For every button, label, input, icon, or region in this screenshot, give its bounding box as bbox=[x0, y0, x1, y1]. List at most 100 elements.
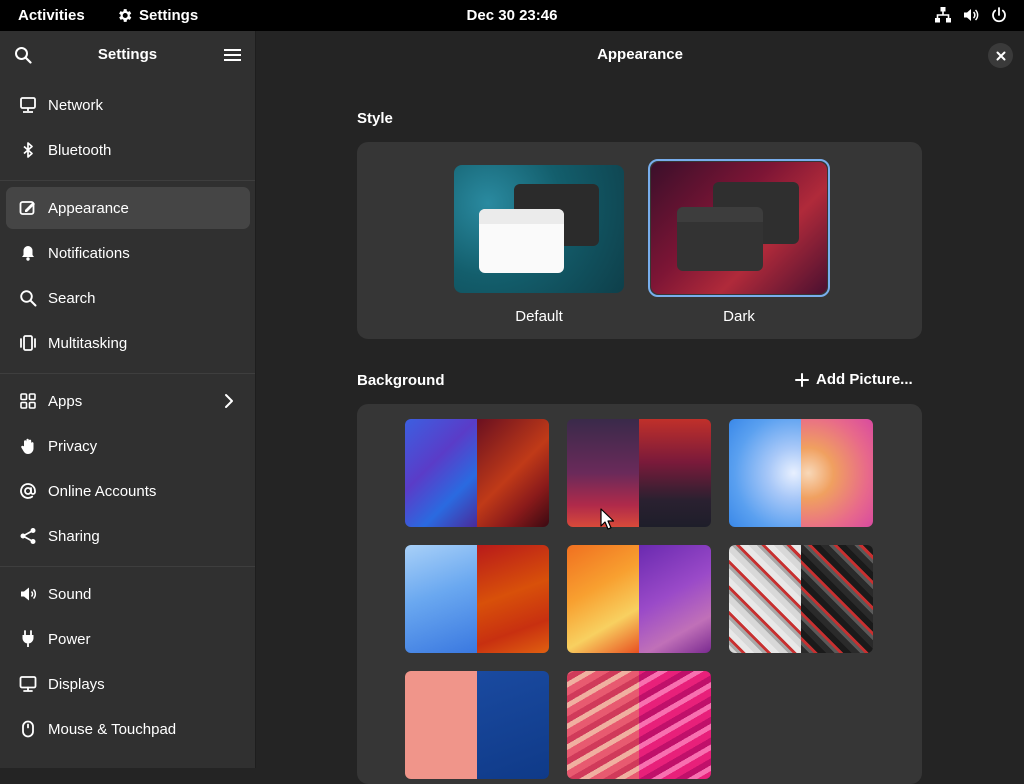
sidebar-item-label: Notifications bbox=[48, 244, 130, 262]
wallpaper-dark-half bbox=[639, 545, 711, 653]
wallpaper-light-half bbox=[567, 671, 639, 779]
add-picture-button[interactable]: Add Picture... bbox=[795, 371, 913, 388]
top-bar: Activities Settings Dec 30 23:46 bbox=[0, 0, 1024, 31]
style-option-dark-label: Dark bbox=[723, 308, 755, 325]
sidebar-item-label: Mouse & Touchpad bbox=[48, 720, 177, 738]
sidebar-item-mouse-touchpad[interactable]: Mouse & Touchpad bbox=[6, 708, 250, 750]
page-title: Appearance bbox=[597, 46, 683, 63]
wallpaper-light-half bbox=[405, 419, 477, 527]
gear-icon bbox=[119, 9, 132, 22]
wallpaper-dark-half bbox=[477, 671, 549, 779]
sidebar-item-online-accounts[interactable]: Online Accounts bbox=[6, 470, 250, 512]
search-icon bbox=[20, 290, 37, 307]
bluetooth-icon bbox=[23, 142, 33, 158]
monitor-icon bbox=[19, 676, 37, 692]
wallpaper-light-half bbox=[729, 419, 801, 527]
sidebar-item-search[interactable]: Search bbox=[6, 277, 250, 319]
sidebar-item-label: Search bbox=[48, 289, 96, 307]
sidebar-item-displays[interactable]: Displays bbox=[6, 663, 250, 705]
power-plug-icon bbox=[22, 630, 34, 647]
plus-icon bbox=[795, 372, 809, 387]
light-window-titlebar bbox=[479, 209, 564, 224]
hand-icon bbox=[21, 438, 34, 454]
share-icon bbox=[20, 528, 36, 544]
style-option-default[interactable] bbox=[454, 165, 624, 293]
sidebar-item-sharing[interactable]: Sharing bbox=[6, 515, 250, 557]
style-option-default-label: Default bbox=[515, 308, 563, 325]
wallpaper-light-half bbox=[405, 545, 477, 653]
wallpaper-light-half bbox=[729, 545, 801, 653]
dark-window-titlebar bbox=[677, 207, 763, 222]
network-icon bbox=[20, 97, 36, 113]
app-name: Settings bbox=[139, 7, 199, 24]
sidebar-item-label: Sharing bbox=[48, 527, 100, 545]
wallpaper-thumbnail[interactable] bbox=[729, 419, 873, 527]
wallpaper-dark-half bbox=[477, 545, 549, 653]
bell-icon bbox=[22, 246, 34, 261]
sidebar-item-label: Sound bbox=[48, 585, 92, 603]
style-option-dark[interactable] bbox=[651, 162, 827, 294]
activities-button[interactable]: Activities bbox=[18, 0, 85, 31]
add-picture-label: Add Picture... bbox=[816, 371, 913, 388]
clock[interactable]: Dec 30 23:46 bbox=[467, 7, 558, 24]
sidebar-item-label: Multitasking bbox=[48, 334, 128, 352]
wallpaper-thumbnail[interactable] bbox=[405, 545, 549, 653]
sidebar-item-bluetooth[interactable]: Bluetooth bbox=[6, 129, 250, 171]
wallpaper-thumbnail[interactable] bbox=[405, 419, 549, 527]
sidebar-item-multitasking[interactable]: Multitasking bbox=[6, 322, 250, 364]
wallpaper-thumbnail[interactable] bbox=[567, 671, 711, 779]
wallpaper-dark-half bbox=[639, 671, 711, 779]
wallpaper-dark-half bbox=[801, 419, 873, 527]
sidebar-item-label: Apps bbox=[48, 392, 83, 410]
speaker-icon bbox=[21, 587, 36, 601]
style-card bbox=[357, 142, 922, 339]
style-section-label: Style bbox=[357, 110, 393, 127]
sidebar-item-notifications[interactable]: Notifications bbox=[6, 232, 250, 274]
hamburger-menu-icon[interactable] bbox=[224, 48, 241, 62]
sidebar-item-apps[interactable]: Apps bbox=[6, 380, 250, 422]
sidebar-item-label: Appearance bbox=[48, 199, 129, 217]
wallpaper-dark-half bbox=[639, 419, 711, 527]
apps-grid-icon bbox=[20, 393, 36, 409]
sidebar-separator bbox=[0, 566, 255, 567]
sidebar-header: Settings bbox=[0, 31, 255, 79]
multitasking-icon bbox=[20, 335, 36, 351]
wallpaper-thumbnail[interactable] bbox=[567, 419, 711, 527]
wallpaper-dark-half bbox=[801, 545, 873, 653]
power-icon[interactable] bbox=[990, 6, 1008, 24]
mouse-cursor-icon bbox=[600, 508, 614, 530]
sidebar-separator bbox=[0, 373, 255, 374]
wallpaper-thumbnail[interactable] bbox=[405, 671, 549, 779]
light-window-preview bbox=[479, 209, 564, 273]
wallpaper-thumbnail[interactable] bbox=[567, 545, 711, 653]
dark-window-preview-front bbox=[677, 207, 763, 271]
sidebar-item-privacy[interactable]: Privacy bbox=[6, 425, 250, 467]
network-wired-icon[interactable] bbox=[934, 6, 952, 24]
sidebar-item-label: Bluetooth bbox=[48, 141, 112, 159]
sidebar-item-label: Power bbox=[48, 630, 91, 648]
sidebar-item-appearance[interactable]: Appearance bbox=[6, 187, 250, 229]
app-menu[interactable]: Settings bbox=[116, 0, 198, 31]
wallpaper-thumbnail[interactable] bbox=[729, 545, 873, 653]
search-icon[interactable] bbox=[14, 46, 32, 64]
sidebar-item-label: Displays bbox=[48, 675, 105, 693]
appearance-icon bbox=[19, 201, 35, 215]
close-icon bbox=[996, 51, 1005, 60]
system-tray[interactable] bbox=[934, 6, 1008, 24]
sidebar-item-label: Network bbox=[48, 96, 104, 114]
sidebar-item-network[interactable]: Network bbox=[6, 84, 250, 126]
at-sign-icon bbox=[20, 483, 36, 499]
sidebar-item-power[interactable]: Power bbox=[6, 618, 250, 660]
sidebar-item-label: Privacy bbox=[48, 437, 98, 455]
wallpaper-light-half bbox=[405, 671, 477, 779]
sidebar-item-sound[interactable]: Sound bbox=[6, 573, 250, 615]
close-button[interactable] bbox=[988, 43, 1013, 68]
sidebar-title: Settings bbox=[97, 46, 158, 63]
wallpaper-dark-half bbox=[477, 419, 549, 527]
sidebar-separator bbox=[0, 180, 255, 181]
background-section-label: Background bbox=[357, 372, 445, 389]
sidebar: Settings Network Bluetooth Appearance No… bbox=[0, 31, 256, 768]
volume-icon[interactable] bbox=[962, 6, 980, 24]
mouse-icon bbox=[22, 720, 34, 738]
sidebar-item-label: Online Accounts bbox=[48, 482, 157, 500]
